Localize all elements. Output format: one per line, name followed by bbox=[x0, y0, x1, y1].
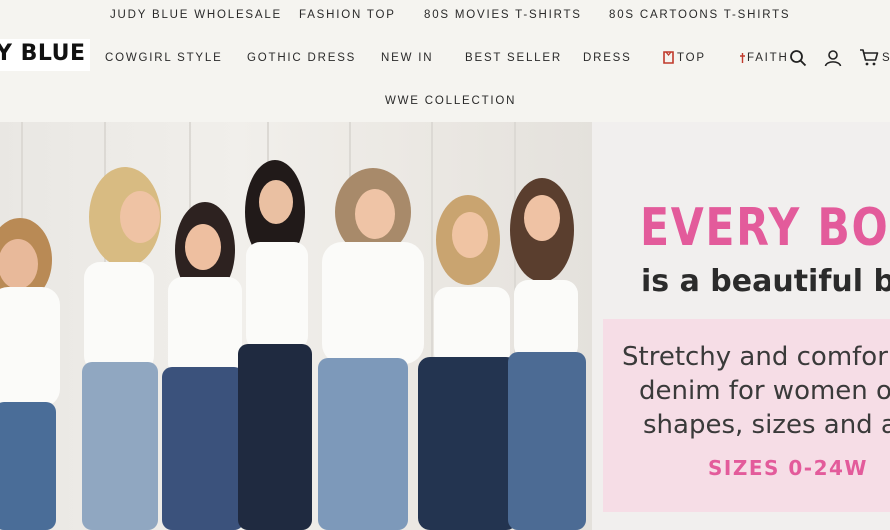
nav-link-80s-movies-tshirts[interactable]: 80S MOVIES T-SHIRTS bbox=[424, 9, 582, 21]
hero-headline: EVERY BO bbox=[640, 198, 890, 258]
nav-link-new-in[interactable]: NEW IN bbox=[381, 52, 433, 64]
nav-link-top[interactable]: TOP bbox=[677, 52, 706, 64]
account-icon[interactable] bbox=[824, 49, 842, 67]
nav-link-best-seller[interactable]: BEST SELLER bbox=[465, 52, 562, 64]
nav-link-cowgirl-style[interactable]: COWGIRL STYLE bbox=[105, 52, 223, 64]
cross-icon bbox=[739, 51, 746, 63]
hero-photo-group-women bbox=[0, 122, 596, 530]
nav-link-fashion-top[interactable]: FASHION TOP bbox=[299, 9, 396, 21]
nav-link-wwe-collection[interactable]: WWE COLLECTION bbox=[385, 95, 516, 107]
logo-text: Y BLUE bbox=[0, 41, 86, 66]
site-header: JUDY BLUE WHOLESALE FASHION TOP 80S MOVI… bbox=[0, 0, 890, 122]
hero-sizes-label: SIZES 0-24W bbox=[708, 456, 868, 480]
search-icon[interactable] bbox=[789, 49, 807, 67]
nav-link-judy-blue-wholesale[interactable]: JUDY BLUE WHOLESALE bbox=[110, 9, 282, 21]
hero-description-line-1: Stretchy and comfor bbox=[622, 342, 888, 372]
site-logo[interactable]: Y BLUE bbox=[0, 39, 90, 71]
nav-link-dress[interactable]: DRESS bbox=[583, 52, 632, 64]
hero-description-line-2: denim for women o bbox=[639, 376, 890, 406]
hero-banner[interactable]: EVERY BO is a beautiful bo Stretchy and … bbox=[0, 122, 890, 530]
nav-link-80s-cartoons-tshirts[interactable]: 80S CARTOONS T-SHIRTS bbox=[609, 9, 790, 21]
hero-subheadline: is a beautiful bo bbox=[641, 264, 890, 299]
shirt-icon bbox=[662, 51, 675, 64]
cart-icon[interactable] bbox=[859, 48, 879, 67]
nav-link-faith[interactable]: FAITH bbox=[747, 52, 789, 64]
nav-link-gothic-dress[interactable]: GOTHIC DRESS bbox=[247, 52, 356, 64]
cart-label-partial[interactable]: S bbox=[882, 52, 890, 64]
hero-description-line-3: shapes, sizes and a bbox=[643, 410, 890, 440]
